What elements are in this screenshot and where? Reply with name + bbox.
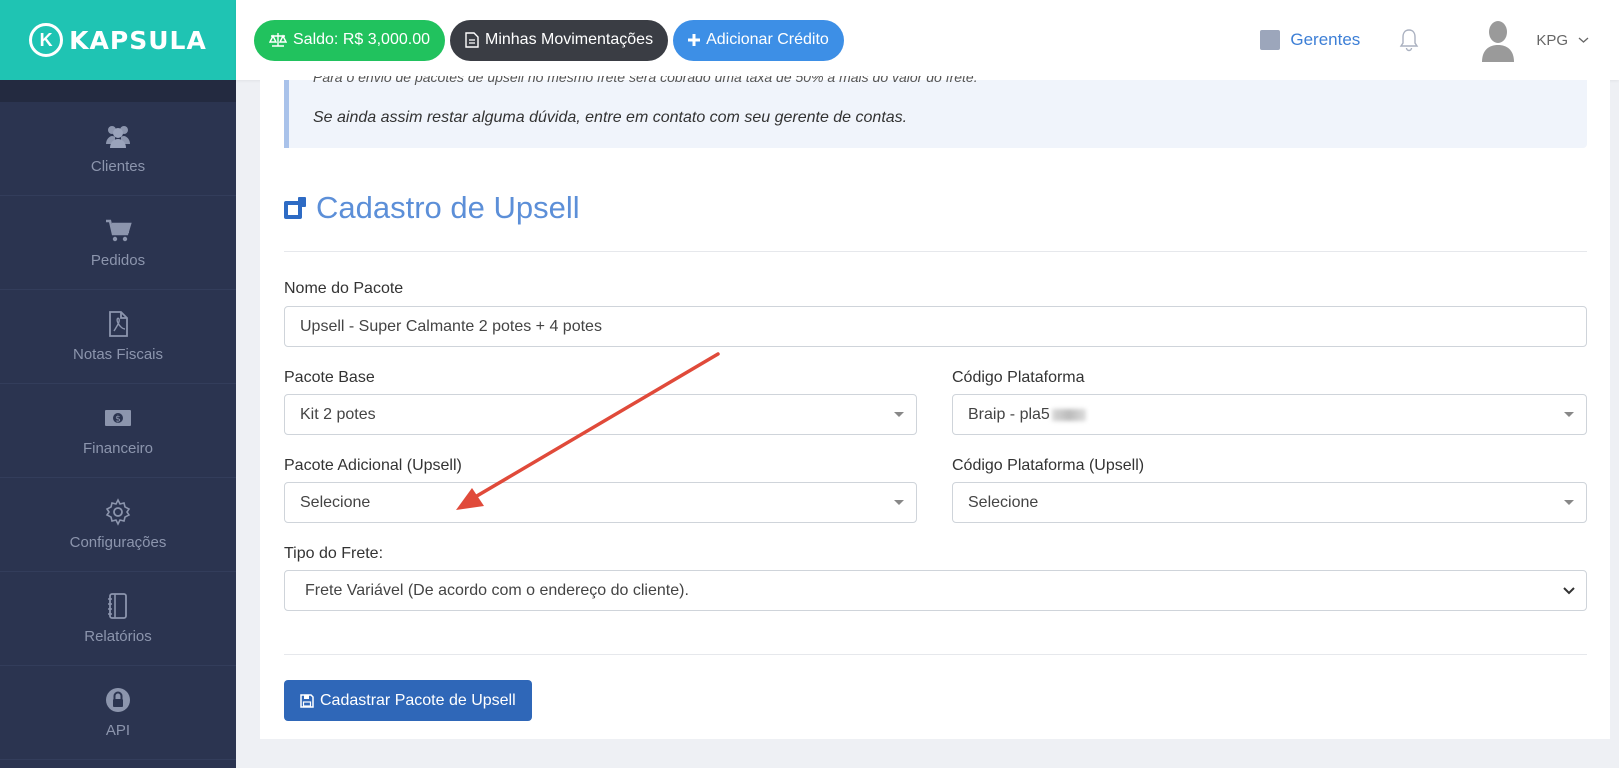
- dropdown-caret-icon: [894, 412, 904, 417]
- lock-icon: [103, 686, 133, 714]
- sidebar-item-financeiro[interactable]: $ Financeiro: [0, 384, 236, 478]
- bell-icon[interactable]: [1398, 28, 1420, 52]
- brand-logo[interactable]: K KAPSULA: [0, 0, 236, 80]
- sidebar-item-api[interactable]: API: [0, 666, 236, 760]
- sidebar-nav: Clientes Pedidos Notas Fiscais $ Finance…: [0, 102, 236, 760]
- divider: [284, 654, 1587, 655]
- section-icon: [284, 197, 306, 219]
- users-icon: [103, 122, 133, 150]
- sidebar-item-label: Configurações: [69, 534, 167, 551]
- movements-label: Minhas Movimentações: [485, 31, 654, 48]
- gear-icon: [103, 498, 133, 526]
- platform-code-upsell-value: Selecione: [968, 493, 1039, 511]
- plus-icon: [688, 34, 701, 46]
- submit-upsell-button[interactable]: Cadastrar Pacote de Upsell: [284, 680, 532, 721]
- managers-link[interactable]: Gerentes: [1260, 30, 1360, 50]
- platform-code-value: Braip - pla5: [968, 405, 1050, 423]
- sidebar-item-label: Pedidos: [90, 252, 146, 269]
- alert-cut-text: Para o envio de pacotes de upsell no mes…: [313, 76, 978, 85]
- balance-button[interactable]: Saldo: R$ 3,000.00: [254, 19, 445, 61]
- balance-label: Saldo: R$ 3,000.00: [293, 31, 430, 48]
- page-title: Cadastro de Upsell: [284, 190, 580, 226]
- add-credit-label: Adicionar Crédito: [706, 31, 829, 48]
- cart-icon: [103, 216, 133, 244]
- main-card: Para o envio de pacotes de upsell no mes…: [260, 76, 1610, 739]
- top-right-area: Gerentes KPG: [1260, 0, 1589, 80]
- avatar[interactable]: [1478, 18, 1518, 62]
- blurred-code: [1051, 408, 1086, 421]
- sidebar-item-pedidos[interactable]: Pedidos: [0, 196, 236, 290]
- shipping-type-value: Frete Variável (De acordo com o endereço…: [305, 581, 689, 599]
- sidebar-item-label: Notas Fiscais: [72, 346, 164, 363]
- add-credit-button[interactable]: Adicionar Crédito: [673, 19, 844, 61]
- save-icon: [300, 693, 314, 708]
- submit-label: Cadastrar Pacote de Upsell: [320, 691, 516, 709]
- platform-code-upsell-select[interactable]: Selecione: [952, 482, 1587, 523]
- dropdown-caret-icon: [1564, 412, 1574, 417]
- package-name-label: Nome do Pacote: [284, 280, 404, 297]
- chevron-down-icon: [1563, 587, 1575, 595]
- base-package-label: Pacote Base: [284, 369, 375, 386]
- kapsula-logo-icon: K: [29, 23, 64, 57]
- managers-label: Gerentes: [1290, 30, 1361, 49]
- package-name-input[interactable]: Upsell - Super Calmante 2 potes + 4 pote…: [284, 306, 1587, 347]
- dropdown-caret-icon: [894, 500, 904, 505]
- brand-name: KAPSULA: [69, 25, 207, 55]
- platform-code-select[interactable]: Braip - pla5: [952, 394, 1587, 435]
- form-title: Cadastro de Upsell: [316, 190, 580, 225]
- money-icon: $: [103, 404, 133, 432]
- shipping-type-select[interactable]: Frete Variável (De acordo com o endereço…: [284, 570, 1587, 611]
- info-alert: Para o envio de pacotes de upsell no mes…: [284, 76, 1587, 148]
- addon-package-label: Pacote Adicional (Upsell): [284, 457, 462, 474]
- platform-code-upsell-label: Código Plataforma (Upsell): [952, 457, 1145, 474]
- dropdown-caret-icon: [1564, 500, 1574, 505]
- user-name: KPG: [1536, 31, 1568, 49]
- tie-icon: [1260, 30, 1281, 50]
- addon-package-value: Selecione: [300, 493, 371, 511]
- sidebar-item-configuracoes[interactable]: Configurações: [0, 478, 236, 572]
- platform-code-label: Código Plataforma: [952, 369, 1085, 386]
- top-bar: Saldo: R$ 3,000.00 Minhas Movimentações …: [236, 0, 1619, 80]
- base-package-value: Kit 2 potes: [300, 405, 376, 423]
- addon-package-select[interactable]: Selecione: [284, 482, 917, 523]
- movements-button[interactable]: Minhas Movimentações: [450, 19, 669, 61]
- sidebar-item-notas-fiscais[interactable]: Notas Fiscais: [0, 290, 236, 384]
- sidebar: K KAPSULA Clientes Pedidos Notas Fiscais…: [0, 0, 236, 768]
- divider: [284, 251, 1587, 252]
- scale-icon: [269, 33, 287, 47]
- svg-text:$: $: [115, 415, 121, 425]
- sidebar-divider: [0, 80, 236, 102]
- pdf-file-icon: [103, 310, 133, 338]
- document-icon: [465, 32, 479, 48]
- package-name-value: Upsell - Super Calmante 2 potes + 4 pote…: [300, 317, 602, 335]
- sidebar-item-relatorios[interactable]: Relatórios: [0, 572, 236, 666]
- sidebar-item-label: Relatórios: [84, 628, 152, 645]
- base-package-select[interactable]: Kit 2 potes: [284, 394, 917, 435]
- shipping-type-label: Tipo do Frete:: [284, 545, 384, 562]
- chevron-down-icon: [1578, 37, 1589, 43]
- alert-message: Se ainda assim restar alguma dúvida, ent…: [313, 109, 908, 126]
- sidebar-item-clientes[interactable]: Clientes: [0, 102, 236, 196]
- sidebar-item-label: Financeiro: [82, 440, 154, 457]
- user-menu[interactable]: KPG: [1536, 32, 1589, 49]
- notebook-icon: [103, 592, 133, 620]
- sidebar-item-label: Clientes: [90, 158, 146, 175]
- sidebar-item-label: API: [105, 722, 131, 739]
